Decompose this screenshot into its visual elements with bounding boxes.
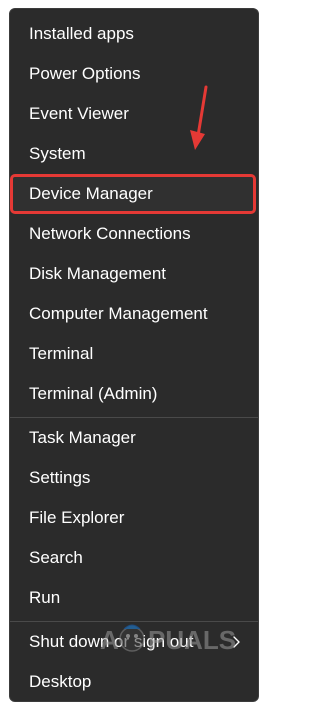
svg-text:PUALS: PUALS: [148, 625, 236, 655]
menu-item-settings[interactable]: Settings: [13, 460, 255, 496]
menu-item-label: Run: [29, 588, 61, 607]
svg-text:A: A: [100, 625, 119, 655]
menu-item-network-connections[interactable]: Network Connections: [13, 216, 255, 252]
menu-item-file-explorer[interactable]: File Explorer: [13, 500, 255, 536]
menu-item-run[interactable]: Run: [13, 580, 255, 616]
menu-item-system[interactable]: System: [13, 136, 255, 172]
menu-item-label: Desktop: [29, 672, 92, 691]
menu-item-task-manager[interactable]: Task Manager: [13, 420, 255, 456]
menu-item-label: Computer Management: [29, 304, 208, 323]
menu-item-label: Disk Management: [29, 264, 167, 283]
menu-item-disk-management[interactable]: Disk Management: [13, 256, 255, 292]
context-menu: Installed apps Power Options Event Viewe…: [9, 8, 259, 702]
menu-item-event-viewer[interactable]: Event Viewer: [13, 96, 255, 132]
menu-item-label: System: [29, 144, 86, 163]
menu-item-installed-apps[interactable]: Installed apps: [13, 16, 255, 52]
menu-item-label: Network Connections: [29, 224, 191, 243]
menu-item-terminal-admin[interactable]: Terminal (Admin): [13, 376, 255, 412]
menu-item-label: Event Viewer: [29, 104, 129, 123]
red-arrow-down-icon: [190, 85, 208, 150]
menu-item-label: Power Options: [29, 64, 141, 83]
menu-item-label: Device Manager: [29, 184, 153, 203]
menu-item-search[interactable]: Search: [13, 540, 255, 576]
menu-item-device-manager[interactable]: Device Manager: [10, 174, 256, 214]
appuals-watermark-logo: A PUALS: [100, 624, 236, 655]
menu-item-label: Task Manager: [29, 428, 136, 447]
menu-item-label: Terminal (Admin): [29, 384, 158, 403]
menu-item-label: Search: [29, 548, 83, 567]
menu-item-label: Installed apps: [29, 24, 134, 43]
menu-item-label: Terminal: [29, 344, 94, 363]
menu-item-label: File Explorer: [29, 508, 125, 527]
menu-item-terminal[interactable]: Terminal: [13, 336, 255, 372]
menu-item-power-options[interactable]: Power Options: [13, 56, 255, 92]
menu-item-desktop[interactable]: Desktop: [13, 664, 255, 700]
menu-divider: [10, 417, 258, 418]
menu-item-label: Settings: [29, 468, 91, 487]
menu-item-computer-management[interactable]: Computer Management: [13, 296, 255, 332]
